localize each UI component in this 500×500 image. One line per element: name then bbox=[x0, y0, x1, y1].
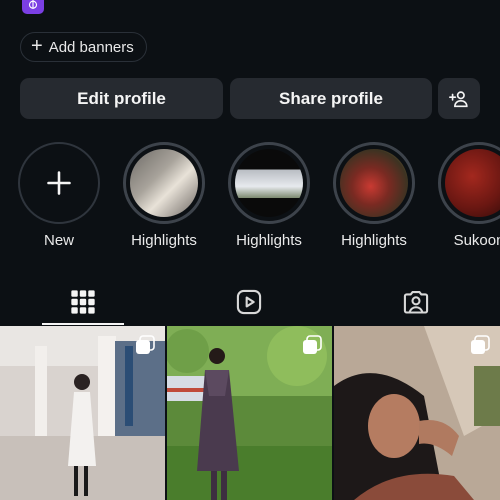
highlight-cover bbox=[340, 149, 408, 217]
plus-icon: + bbox=[31, 35, 43, 57]
add-person-icon bbox=[449, 90, 468, 107]
discover-people-button[interactable] bbox=[438, 78, 480, 119]
highlight-item[interactable]: Highlights bbox=[122, 142, 206, 249]
grid-icon bbox=[71, 290, 95, 314]
profile-tabs bbox=[0, 278, 500, 326]
carousel-icon bbox=[471, 335, 490, 354]
tagged-person-icon bbox=[403, 291, 429, 314]
tab-tagged[interactable] bbox=[333, 278, 499, 326]
carousel-icon bbox=[136, 335, 155, 354]
carousel-icon bbox=[303, 335, 322, 354]
post-thumbnail[interactable] bbox=[167, 326, 332, 500]
highlight-label: Highlights bbox=[236, 232, 302, 249]
post-thumbnail[interactable] bbox=[334, 326, 500, 500]
highlight-ring bbox=[228, 142, 310, 224]
highlight-cover bbox=[130, 149, 198, 217]
highlight-ring bbox=[333, 142, 415, 224]
post-thumbnail[interactable] bbox=[0, 326, 165, 500]
highlight-label: Highlights bbox=[131, 232, 197, 249]
new-highlight-circle bbox=[18, 142, 100, 224]
highlight-cover bbox=[445, 149, 500, 217]
share-profile-label: Share profile bbox=[279, 88, 383, 108]
reels-icon bbox=[236, 289, 262, 315]
khanda-icon bbox=[28, 0, 38, 9]
highlight-item[interactable]: Highlights bbox=[332, 142, 416, 249]
highlight-item[interactable]: Highlights bbox=[227, 142, 311, 249]
highlight-item[interactable]: Sukoon bbox=[437, 142, 500, 249]
edit-profile-label: Edit profile bbox=[77, 88, 166, 108]
highlight-label: Sukoon bbox=[453, 232, 500, 249]
tab-posts[interactable] bbox=[0, 278, 166, 326]
posts-grid bbox=[0, 326, 500, 500]
edit-profile-button[interactable]: Edit profile bbox=[20, 78, 223, 119]
share-profile-button[interactable]: Share profile bbox=[230, 78, 432, 119]
highlight-label: New bbox=[43, 232, 74, 249]
highlight-label: Highlights bbox=[341, 232, 407, 249]
highlight-new[interactable]: New bbox=[17, 142, 101, 249]
highlight-ring bbox=[123, 142, 205, 224]
plus-icon bbox=[47, 171, 71, 195]
active-tab-indicator bbox=[42, 323, 124, 325]
tab-reels[interactable] bbox=[166, 278, 332, 326]
add-banners-button[interactable]: + Add banners bbox=[20, 32, 147, 62]
app-badge bbox=[22, 0, 44, 14]
add-banners-label: Add banners bbox=[48, 38, 134, 56]
highlight-cover bbox=[235, 149, 303, 217]
highlight-ring bbox=[438, 142, 500, 224]
